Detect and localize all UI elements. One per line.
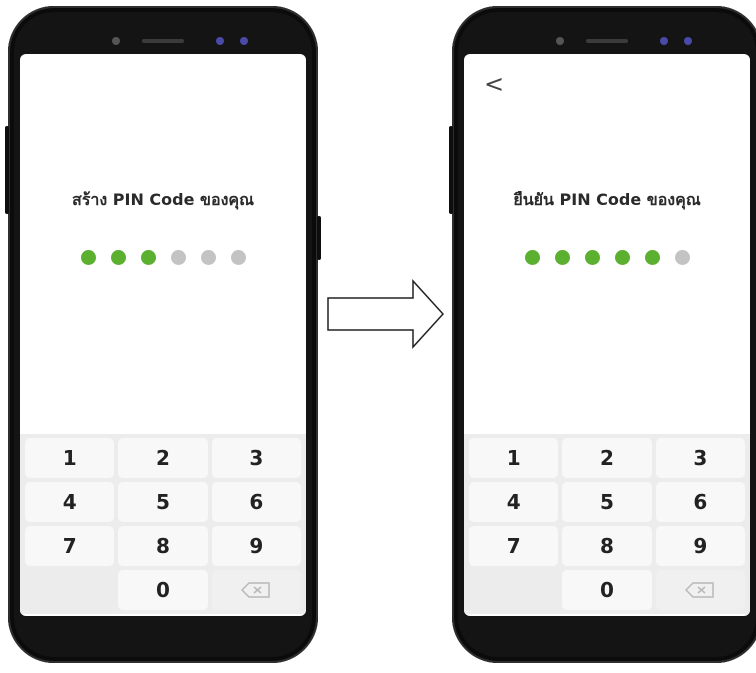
numeric-keypad: 1 2 3 4 5 6 7 8 9 0 <box>464 434 750 614</box>
key-9[interactable]: 9 <box>655 526 745 566</box>
sensor-dot <box>556 37 564 45</box>
pin-dot-empty <box>674 250 690 265</box>
phone-create-pin: สร้าง PIN Code ของคุณ 1 2 3 4 5 6 7 8 9 … <box>5 6 321 663</box>
pin-dot-filled <box>584 250 600 265</box>
key-5[interactable]: 5 <box>118 482 208 522</box>
right-arrow-icon <box>327 279 445 349</box>
key-7[interactable]: 7 <box>25 526 115 566</box>
speaker-grille <box>586 39 628 43</box>
pin-dot-empty <box>170 250 186 265</box>
pin-indicator <box>464 250 750 265</box>
key-1[interactable]: 1 <box>469 438 559 478</box>
key-blank <box>469 570 558 610</box>
chevron-left-icon: < <box>484 70 505 98</box>
sensor-dot <box>112 37 120 45</box>
key-1[interactable]: 1 <box>25 438 115 478</box>
pin-dot-filled <box>140 250 156 265</box>
power-button <box>317 216 321 260</box>
key-3[interactable]: 3 <box>211 438 301 478</box>
key-0[interactable]: 0 <box>562 570 652 610</box>
pin-dot-filled <box>110 250 126 265</box>
key-4[interactable]: 4 <box>25 482 115 522</box>
key-6[interactable]: 6 <box>211 482 301 522</box>
key-4[interactable]: 4 <box>469 482 559 522</box>
key-8[interactable]: 8 <box>562 526 652 566</box>
pin-indicator <box>20 250 306 265</box>
backspace-button[interactable] <box>655 570 745 610</box>
page-title: สร้าง PIN Code ของคุณ <box>72 190 254 209</box>
key-0[interactable]: 0 <box>118 570 208 610</box>
backspace-icon <box>241 582 271 598</box>
key-2[interactable]: 2 <box>562 438 652 478</box>
volume-button <box>5 126 9 214</box>
pin-dot-filled <box>80 250 96 265</box>
phone-confirm-pin: < ยืนยัน PIN Code ของคุณ 1 2 3 4 5 6 7 8… <box>449 6 756 663</box>
key-7[interactable]: 7 <box>469 526 559 566</box>
key-5[interactable]: 5 <box>562 482 652 522</box>
key-9[interactable]: 9 <box>211 526 301 566</box>
key-8[interactable]: 8 <box>118 526 208 566</box>
pin-dot-filled <box>614 250 630 265</box>
pin-dot-filled <box>554 250 570 265</box>
key-2[interactable]: 2 <box>118 438 208 478</box>
pin-dot-filled <box>524 250 540 265</box>
key-6[interactable]: 6 <box>655 482 745 522</box>
backspace-icon <box>685 582 715 598</box>
create-pin-screen: สร้าง PIN Code ของคุณ 1 2 3 4 5 6 7 8 9 … <box>20 54 306 616</box>
camera-icon <box>684 37 692 45</box>
confirm-pin-screen: < ยืนยัน PIN Code ของคุณ 1 2 3 4 5 6 7 8… <box>464 54 750 616</box>
speaker-grille <box>142 39 184 43</box>
backspace-button[interactable] <box>211 570 301 610</box>
pin-dot-empty <box>200 250 216 265</box>
camera-icon <box>240 37 248 45</box>
page-title: ยืนยัน PIN Code ของคุณ <box>513 190 701 209</box>
pin-dot-empty <box>230 250 246 265</box>
key-3[interactable]: 3 <box>655 438 745 478</box>
camera-icon <box>660 37 668 45</box>
volume-button <box>449 126 453 214</box>
back-button[interactable]: < <box>484 72 504 96</box>
numeric-keypad: 1 2 3 4 5 6 7 8 9 0 <box>20 434 306 614</box>
key-blank <box>25 570 114 610</box>
pin-dot-filled <box>644 250 660 265</box>
camera-icon <box>216 37 224 45</box>
